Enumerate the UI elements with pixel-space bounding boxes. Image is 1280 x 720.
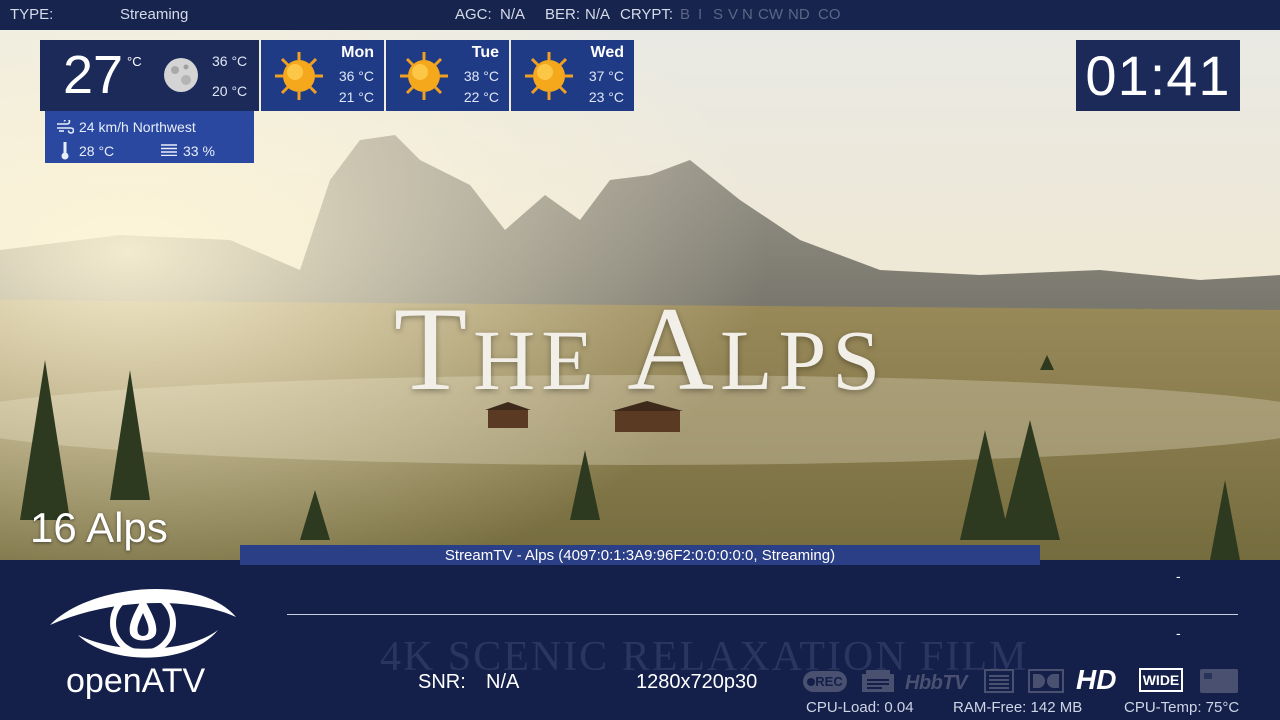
- teletext-icon: [862, 670, 894, 692]
- forecast-high: 36 °C: [338, 68, 374, 84]
- card-icon: [1200, 669, 1238, 693]
- crypt-flag-nd: ND: [788, 6, 810, 23]
- weather-current-panel: 27 °C 36 °C 20 °C: [40, 40, 259, 111]
- dolby-icon: [1028, 669, 1064, 693]
- channel-number-name: 16 Alps: [30, 504, 168, 551]
- hd-icon: HD: [1076, 664, 1117, 695]
- humidity-text: 33 %: [183, 143, 215, 159]
- rec-icon: REC: [803, 671, 847, 692]
- service-info-bar: StreamTV - Alps (4097:0:1:3A9:96F2:0:0:0…: [240, 545, 1040, 565]
- forecast-high: 37 °C: [588, 68, 624, 84]
- forecast-day-name: Tue: [471, 44, 499, 61]
- thermometer-icon: [61, 142, 69, 160]
- now-event-dash: -: [1176, 568, 1181, 584]
- moon-icon: [164, 58, 198, 92]
- sun-icon: [525, 52, 573, 100]
- rec-label: REC: [815, 674, 843, 689]
- wide-icon: WIDE: [1139, 668, 1183, 692]
- forecast-low: 21 °C: [338, 89, 374, 105]
- forecast-high: 38 °C: [463, 68, 499, 84]
- next-event-dash: -: [1176, 625, 1181, 641]
- forecast-low: 23 °C: [588, 89, 624, 105]
- title-part: HE: [473, 312, 628, 408]
- agc-value: N/A: [500, 6, 526, 23]
- wind-icon: [57, 120, 74, 134]
- cpu-load-text: CPU-Load: 0.04: [806, 699, 914, 716]
- forecast-low: 22 °C: [463, 89, 499, 105]
- title-part: A: [627, 282, 720, 415]
- crypt-label: CRYPT:: [620, 6, 674, 23]
- openatv-logo-text: openATV: [66, 662, 206, 700]
- forecast-day-name: Wed: [590, 44, 624, 61]
- weather-details-panel: 24 km/h Northwest 28 °C 33 %: [45, 111, 254, 163]
- forecast-day-wed: Wed 37 °C 23 °C: [511, 40, 634, 111]
- crypt-flag-n: N: [742, 6, 753, 23]
- crypt-flag-v: V: [728, 6, 739, 23]
- snr-label: SNR:: [418, 671, 466, 693]
- agc-label: AGC:: [455, 6, 492, 23]
- crypt-flag-s: S: [713, 6, 724, 23]
- subtitles-icon: [984, 669, 1014, 693]
- forecast-day-name: Mon: [341, 44, 374, 61]
- hbbtv-icon: HbbTV: [905, 672, 967, 694]
- type-value: Streaming: [120, 6, 189, 23]
- video-title-overlay: THE ALPS: [350, 280, 930, 418]
- cpu-temp-text: CPU-Temp: 75°C: [1124, 699, 1240, 716]
- feels-like-text: 28 °C: [79, 143, 115, 159]
- ram-free-text: RAM-Free: 142 MB: [953, 699, 1083, 716]
- type-label: TYPE:: [10, 6, 54, 23]
- sun-icon: [400, 52, 448, 100]
- crypt-flag-co: CO: [818, 6, 841, 23]
- openatv-logo-icon: [50, 589, 236, 658]
- current-temp-unit: °C: [127, 54, 142, 69]
- signal-info-bar: TYPE: Streaming AGC: N/A BER: N/A CRYPT:…: [0, 0, 1280, 30]
- wind-text: 24 km/h Northwest: [79, 119, 196, 135]
- crypt-flag-cw: CW: [758, 6, 783, 23]
- crypt-flag-i: I: [698, 6, 703, 23]
- title-part: LPS: [719, 312, 887, 408]
- current-high: 36 °C: [212, 53, 248, 69]
- forecast-day-tue: Tue 38 °C 22 °C: [386, 40, 509, 111]
- humidity-icon: [161, 144, 177, 156]
- sun-icon: [275, 52, 323, 100]
- title-part: T: [393, 282, 474, 415]
- ber-label: BER:: [545, 6, 581, 23]
- ber-value: N/A: [585, 6, 611, 23]
- clock-display: 01:41: [1076, 40, 1240, 111]
- crypt-flag-b: B: [680, 6, 691, 23]
- snr-value: N/A: [486, 671, 520, 693]
- infobar-divider: [287, 614, 1238, 615]
- current-low: 20 °C: [212, 83, 248, 99]
- current-temp: 27: [63, 45, 124, 105]
- resolution-text: 1280x720p30: [636, 671, 758, 693]
- forecast-day-mon: Mon 36 °C 21 °C: [261, 40, 384, 111]
